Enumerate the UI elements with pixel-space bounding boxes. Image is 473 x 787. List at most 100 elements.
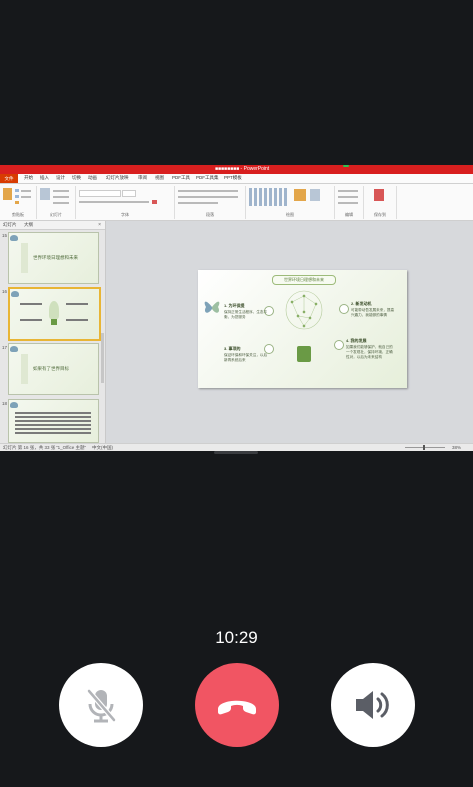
group-clipboard: 剪贴板 [0, 186, 37, 219]
drag-handle[interactable] [214, 451, 258, 454]
font-name-select[interactable] [79, 190, 121, 197]
thumbnail-decoration [21, 354, 28, 384]
paste-icon[interactable] [3, 188, 12, 200]
section-button[interactable] [53, 202, 69, 204]
slide-thumbnail[interactable]: 如果有了世界目标 [8, 343, 99, 395]
cut-label [21, 190, 31, 192]
zoom-level[interactable]: 38% [452, 445, 461, 450]
butterfly-icon [11, 291, 19, 297]
font-size-select[interactable] [122, 190, 136, 197]
copy-label [21, 196, 31, 198]
tab-ppt-template[interactable]: PPT模板 [224, 175, 242, 181]
speaker-button[interactable] [331, 663, 415, 747]
slides-scrollbar[interactable] [101, 333, 104, 383]
slide-number: 15 [2, 233, 8, 238]
thumbnail-text [66, 303, 88, 305]
close-icon[interactable]: × [98, 222, 101, 228]
tab-pdf-toolset[interactable]: PDF工具集 [196, 175, 219, 181]
thumbnail-title: 世界环境日理想和未来 [33, 255, 78, 260]
quick-access-toolbar[interactable] [3, 166, 43, 179]
layout-button[interactable] [53, 190, 69, 192]
tab-view[interactable]: 视图 [155, 175, 164, 181]
tab-file[interactable]: 文件 [0, 174, 18, 183]
shapes-gallery[interactable] [249, 188, 289, 206]
select-button[interactable] [338, 202, 358, 204]
butterfly-icon [10, 235, 18, 241]
slide-number: 18 [2, 401, 8, 406]
bulb-base-icon [297, 346, 311, 362]
group-save-to: 保存到 [364, 186, 397, 219]
thumbnail-decoration [21, 243, 28, 273]
group-label: 绘图 [286, 212, 294, 217]
tab-transitions[interactable]: 切换 [72, 175, 81, 181]
current-slide[interactable]: 世界环境日理想和未来 1. 为环保提 保持正常生活程序，生态平衡，为您服务 2.… [198, 270, 407, 388]
ribbon: 剪贴板 幻灯片 字体 段落 绘图 编辑 保存到 [0, 184, 473, 221]
marker-icon [334, 340, 344, 350]
group-label: 编辑 [345, 212, 353, 217]
lightbulb-network-icon [285, 290, 323, 330]
bulb-base-icon [51, 319, 57, 325]
theme-name-text: "1_Office 主题" [56, 445, 87, 450]
slide-thumbnail-selected[interactable] [8, 287, 101, 341]
thumbnail-text [15, 420, 91, 422]
slide-position-text: 幻灯片 第 16 张，共 33 张 [3, 445, 56, 450]
group-editing: 编辑 [335, 186, 364, 219]
tab-slideshow[interactable]: 幻灯片放映 [106, 175, 129, 181]
mic-muted-icon [87, 689, 116, 723]
thumbnail-text [15, 416, 91, 418]
marker-icon [339, 304, 349, 314]
ribbon-tabs: 文件 开始 插入 设计 切换 动画 幻灯片放映 审阅 视图 PDF工具 PDF工… [0, 174, 473, 184]
align-buttons[interactable] [178, 196, 238, 198]
slide-thumbnail[interactable]: 世界环境日理想和未来 [8, 232, 99, 284]
thumbnail-text [66, 319, 88, 321]
tab-outline[interactable]: 大纲 [24, 222, 33, 228]
ppt-title-bar: ■■■■■■■■ - PowerPoint [0, 165, 473, 179]
replace-button[interactable] [338, 196, 358, 198]
group-drawing: 绘图 [246, 186, 335, 219]
slide-item-body: 可能带动吾发展未来，提高兴趣力，我能够的事情 [351, 308, 395, 317]
tab-animations[interactable]: 动画 [88, 175, 97, 181]
ppt-window-title: ■■■■■■■■ - PowerPoint [215, 166, 270, 172]
pdf-icon[interactable] [374, 189, 384, 201]
screen-share-indicator [343, 165, 349, 167]
shared-screen: ■■■■■■■■ - PowerPoint 文件 开始 插入 设计 切换 动画 … [0, 165, 473, 451]
thumbnail-text [20, 303, 42, 305]
mute-button[interactable] [59, 663, 143, 747]
list-buttons[interactable] [178, 190, 238, 192]
tab-design[interactable]: 设计 [56, 175, 65, 181]
format-painter-icon[interactable] [15, 201, 19, 204]
thumbnail-text [15, 428, 91, 430]
new-slide-icon[interactable] [40, 188, 50, 200]
tab-slides[interactable]: 幻灯片 [3, 222, 17, 228]
group-label: 保存到 [374, 212, 386, 217]
reset-button[interactable] [53, 196, 69, 198]
cut-icon[interactable] [15, 189, 19, 192]
group-label: 剪贴板 [12, 212, 24, 217]
thumbnail-text [15, 412, 91, 414]
thumbnail-text [15, 424, 91, 426]
font-color-icon[interactable] [152, 200, 157, 204]
tab-pdf-tools[interactable]: PDF工具 [172, 175, 190, 181]
bulb-icon [49, 301, 59, 319]
group-label: 段落 [206, 212, 214, 217]
smartart-button[interactable] [178, 202, 218, 204]
copy-icon[interactable] [15, 195, 19, 198]
arrange-icon[interactable] [294, 189, 306, 201]
tab-home[interactable]: 开始 [24, 175, 33, 181]
tab-review[interactable]: 审阅 [138, 175, 147, 181]
slide-item-heading: 4. 我的发展 [346, 338, 367, 343]
zoom-slider[interactable] [405, 445, 445, 450]
hang-up-button[interactable] [195, 663, 279, 747]
group-label: 幻灯片 [50, 212, 62, 217]
group-label: 字体 [121, 212, 129, 217]
find-button[interactable] [338, 190, 358, 192]
slide-item-heading: 3. 事项的 [224, 346, 241, 351]
font-style-buttons[interactable] [79, 201, 149, 203]
tab-insert[interactable]: 插入 [40, 175, 49, 181]
group-slides: 幻灯片 [37, 186, 76, 219]
hang-up-icon [218, 700, 256, 715]
slide-thumbnail[interactable] [8, 399, 99, 443]
quick-styles-icon[interactable] [310, 189, 320, 201]
slides-panel: 幻灯片 大纲 × 15 世界环境日理想和未来 16 17 如果有了世界目标 18 [0, 221, 106, 443]
slide-item-body: 保持正常生活程序，生态平衡，为您服务 [224, 310, 268, 319]
